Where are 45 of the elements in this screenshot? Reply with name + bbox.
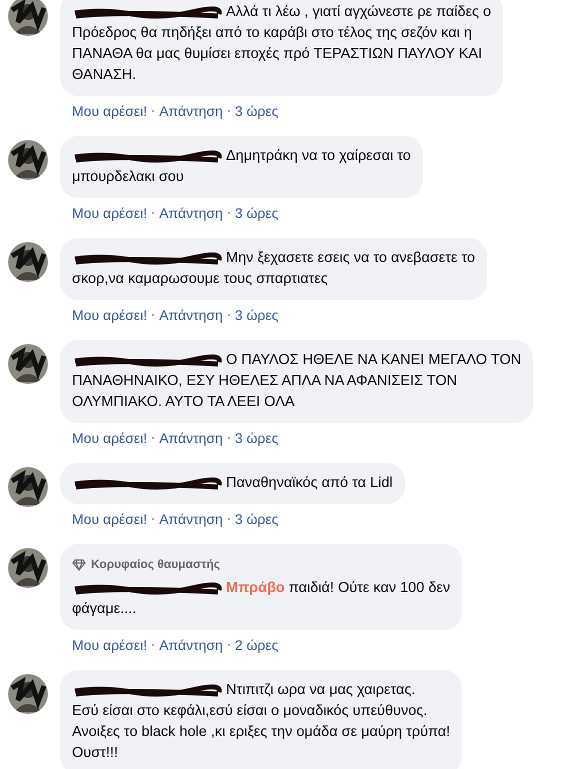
comment-text: ΠΑΝΑΘΗΝΑΙΚΟ, ΕΣΥ ΗΘΕΛΕΣ ΑΠΛΑ ΝΑ ΑΦΑΝΙΣΕΙΣ ΤΟΝ ΟΛΥΜΠΙΑΚΟ. ΑΥΤΟ ΤΑ ΛΕΕΙ ΟΛΑ: [72, 372, 458, 412]
reply-link[interactable]: Απάντηση: [159, 103, 223, 119]
timestamp-link[interactable]: 3 ώρες: [234, 205, 278, 221]
separator-dot: [228, 518, 230, 520]
timestamp-link[interactable]: 3 ώρες: [234, 430, 278, 446]
like-link[interactable]: Μου αρέσει!: [72, 205, 148, 221]
timestamp-link[interactable]: 2 ώρες: [234, 637, 278, 653]
reply-link[interactable]: Απάντηση: [159, 205, 223, 221]
separator-dot: [152, 212, 154, 214]
separator-dot: [152, 644, 154, 646]
comment-text: μπουρδελακι σου: [72, 168, 185, 187]
comment-text: σκορ,να καμαρωσουμε τους σπαρτιατες: [72, 270, 329, 289]
comment-text: φάγαμε....: [72, 600, 138, 619]
reply-link[interactable]: Απάντηση: [159, 430, 223, 446]
comment-text: Πρόεδρος θα πηδήξει από το καράβι στο τέλος της σεζόν και η ΠΑΝΑΘΑ θα μας θυμίσει εποχές πρό ΤΕΡΑΣΤΙΩΝ ΠΑΥΛΟΥ ΚΑΙ ΘΑΝΑΣΗ.: [72, 24, 484, 85]
comment-text: Μπράβο παιδιά! Ούτε καν 100 δεν: [226, 579, 450, 598]
timestamp-link[interactable]: 3 ώρες: [234, 511, 278, 527]
diamond-icon: [72, 558, 86, 570]
separator-dot: [228, 110, 230, 112]
like-link[interactable]: Μου αρέσει!: [72, 307, 148, 323]
like-link[interactable]: Μου αρέσει!: [72, 511, 148, 527]
timestamp-link[interactable]: 3 ώρες: [234, 103, 278, 119]
comment-text: Παναθηναϊκός από τα Lidl: [226, 474, 393, 493]
timestamp-link[interactable]: 3 ώρες: [234, 307, 278, 323]
reply-link[interactable]: Απάντηση: [159, 307, 223, 323]
reply-link[interactable]: Απάντηση: [159, 511, 223, 527]
separator-dot: [152, 314, 154, 316]
comment-text: Ντιπιτζι ωρα να μας χαιρετας.: [226, 681, 416, 700]
separator-dot: [152, 110, 154, 112]
comment-text: Μην ξεχασετε εσεις να το ανεβασετε το: [226, 249, 476, 268]
comment-text: Ο ΠΑΥΛΟΣ ΗΘΕΛΕ ΝΑ ΚΑΝΕΙ ΜΕΓΑΛΟ ΤΟΝ: [226, 351, 522, 370]
badge-label: Κορυφαίος θαυμαστής: [91, 556, 220, 573]
comment-text: Αλλά τι λέω , γιατί αγχώνεστε ρε παίδες ο: [226, 3, 492, 22]
separator-dot: [228, 644, 230, 646]
separator-dot: [152, 437, 154, 439]
like-link[interactable]: Μου αρέσει!: [72, 103, 148, 119]
reply-link[interactable]: Απάντηση: [159, 637, 223, 653]
separator-dot: [152, 518, 154, 520]
like-link[interactable]: Μου αρέσει!: [72, 637, 148, 653]
like-link[interactable]: Μου αρέσει!: [72, 430, 148, 446]
comment-text: Εσύ είσαι στο κεφάλι,εσύ είσαι ο μοναδικός υπεύθυνος. Ανοιξες το black hole ,κι εριξες την ομάδα σε μαύρη τρύπα! Ουστ!!!: [72, 702, 450, 763]
separator-dot: [228, 212, 230, 214]
separator-dot: [228, 314, 230, 316]
comment-text: Δημητράκη να το χαίρεσαι το: [226, 147, 411, 166]
separator-dot: [228, 437, 230, 439]
